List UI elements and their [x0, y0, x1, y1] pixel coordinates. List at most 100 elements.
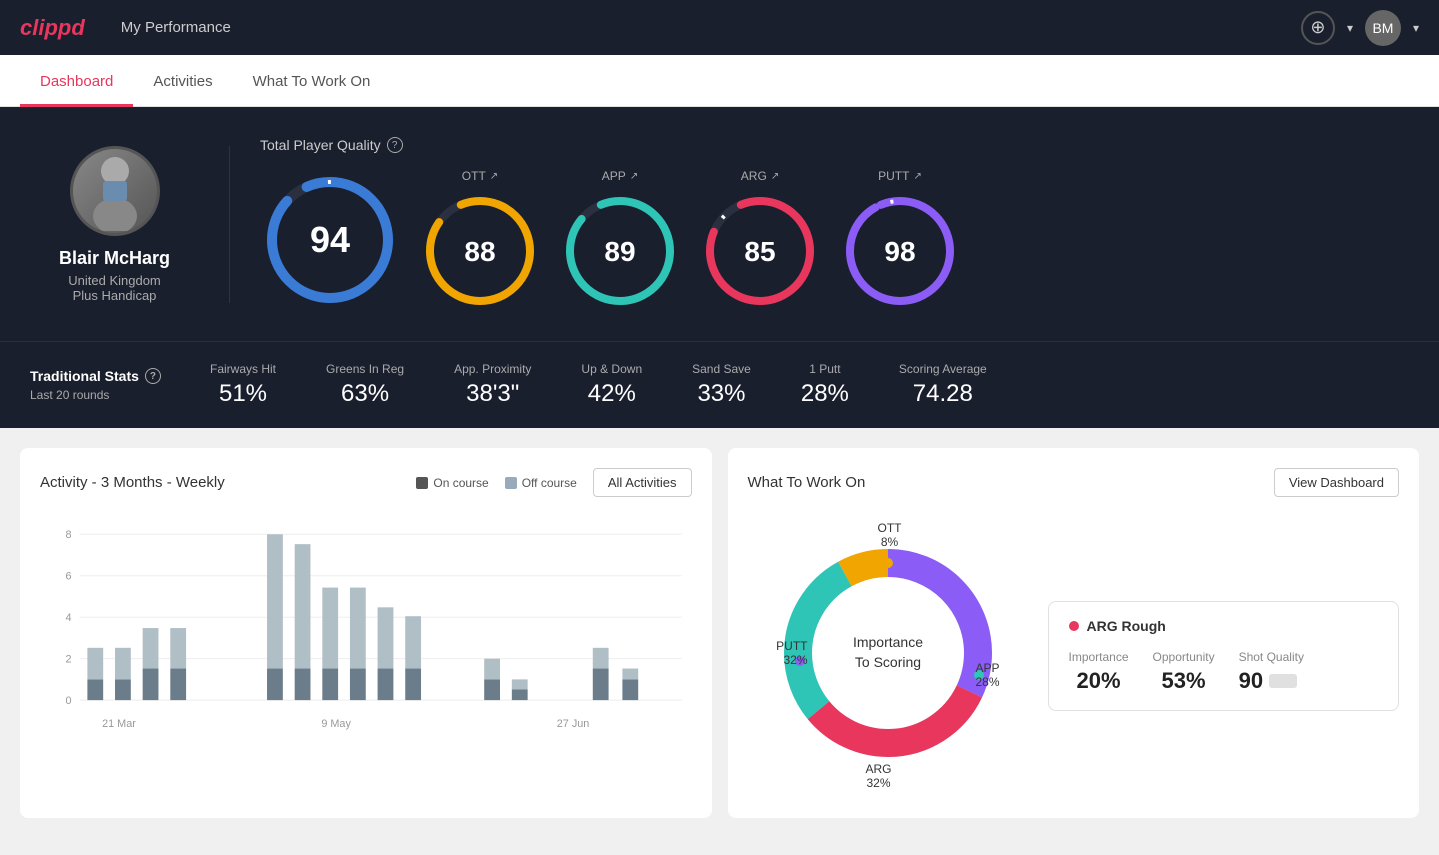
tab-activities[interactable]: Activities — [133, 55, 232, 107]
gauge-arg-svg: 85 — [700, 191, 820, 311]
svg-text:89: 89 — [604, 236, 635, 267]
arg-label: ARG 32% — [866, 762, 892, 790]
bar-off-8 — [350, 588, 366, 669]
shot-quality-row: 90 — [1239, 668, 1304, 694]
bar-on-14 — [622, 679, 638, 700]
bar-off-1 — [87, 648, 103, 680]
shot-quality-label: Shot Quality — [1239, 650, 1304, 664]
gauge-app: APP ↗ 89 — [560, 169, 680, 311]
svg-text:85: 85 — [744, 236, 775, 267]
metric-importance: Importance 20% — [1069, 650, 1129, 694]
add-dropdown-arrow[interactable]: ▾ — [1347, 21, 1353, 35]
quality-title: Total Player Quality ? — [260, 137, 1409, 153]
stats-title: Traditional Stats ? — [30, 368, 170, 384]
svg-text:To Scoring: To Scoring — [854, 654, 920, 670]
gauge-ott-label: OTT ↗ — [462, 169, 498, 183]
bar-off-4 — [170, 628, 186, 668]
what-to-work-on-card: What To Work On View Dashboard — [728, 448, 1420, 818]
add-button[interactable]: ⊕ — [1301, 11, 1335, 45]
stats-items: Fairways Hit 51% Greens In Reg 63% App. … — [210, 362, 1409, 408]
svg-text:2: 2 — [66, 654, 72, 666]
nav-tabs: Dashboard Activities What To Work On — [0, 55, 1439, 107]
player-info: Blair McHarg United Kingdom Plus Handica… — [30, 146, 230, 303]
user-dropdown-arrow[interactable]: ▾ — [1413, 21, 1419, 35]
stat-greens-value: 63% — [326, 380, 404, 408]
hero-section: Blair McHarg United Kingdom Plus Handica… — [0, 107, 1439, 428]
stat-updown-label: Up & Down — [581, 362, 642, 376]
gauge-arg: ARG ↗ 85 — [700, 169, 820, 311]
ott-label: OTT 8% — [878, 521, 902, 549]
stats-subtitle: Last 20 rounds — [30, 388, 170, 402]
putt-label: PUTT 32% — [748, 639, 808, 667]
gauge-arg-label: ARG ↗ — [741, 169, 779, 183]
bar-on-12 — [512, 689, 528, 700]
app-logo: clippd — [20, 15, 85, 41]
stat-proximity-value: 38'3" — [454, 380, 531, 408]
stat-1putt-label: 1 Putt — [801, 362, 849, 376]
stat-1putt: 1 Putt 28% — [801, 362, 849, 408]
bar-off-7 — [322, 588, 338, 669]
metric-opportunity: Opportunity 53% — [1153, 650, 1215, 694]
quality-section: Total Player Quality ? 94 OTT — [230, 137, 1409, 311]
bar-off-10 — [405, 616, 421, 668]
bar-on-9 — [378, 669, 394, 701]
svg-text:6: 6 — [66, 571, 72, 583]
all-activities-button[interactable]: All Activities — [593, 468, 692, 497]
bar-off-12 — [512, 679, 528, 689]
arg-arrow-icon: ↗ — [771, 171, 779, 182]
svg-text:4: 4 — [66, 612, 72, 624]
svg-text:27 Jun: 27 Jun — [557, 718, 590, 730]
detail-title-text: ARG Rough — [1087, 618, 1166, 634]
player-name: Blair McHarg — [59, 248, 170, 269]
bar-on-8 — [350, 669, 366, 701]
stat-greens: Greens In Reg 63% — [326, 362, 404, 408]
bar-on-6 — [295, 669, 311, 701]
quality-help-icon[interactable]: ? — [387, 137, 403, 153]
metric-shot-quality: Shot Quality 90 — [1239, 650, 1304, 694]
detail-section: ARG Rough Importance 20% Opportunity 53%… — [1048, 601, 1400, 711]
activity-chart-card: Activity - 3 Months - Weekly On course O… — [20, 448, 712, 818]
donut-container: Importance To Scoring OTT 8% APP 28% — [748, 513, 1028, 798]
bar-off-5 — [267, 534, 283, 668]
header-left: clippd My Performance — [20, 15, 231, 41]
shot-quality-bar — [1269, 674, 1297, 688]
chart-title: Activity - 3 Months - Weekly — [40, 474, 225, 491]
app-arrow-icon: ↗ — [630, 171, 638, 182]
bottom-section: Activity - 3 Months - Weekly On course O… — [0, 428, 1439, 838]
bar-on-7 — [322, 669, 338, 701]
stat-sandsave: Sand Save 33% — [692, 362, 751, 408]
traditional-stats: Traditional Stats ? Last 20 rounds Fairw… — [0, 341, 1439, 428]
opportunity-value: 53% — [1153, 668, 1215, 694]
stats-help-icon[interactable]: ? — [145, 368, 161, 384]
bar-off-9 — [378, 607, 394, 668]
player-country: United Kingdom — [68, 273, 161, 288]
tab-dashboard[interactable]: Dashboard — [20, 55, 133, 107]
header-right: ⊕ ▾ BM ▾ — [1301, 10, 1419, 46]
detail-title: ARG Rough — [1069, 618, 1379, 634]
bar-on-10 — [405, 669, 421, 701]
hero-content: Blair McHarg United Kingdom Plus Handica… — [0, 107, 1439, 341]
svg-text:Importance: Importance — [852, 634, 922, 650]
bar-off-3 — [143, 628, 159, 668]
tab-what-to-work-on[interactable]: What To Work On — [233, 55, 391, 107]
player-handicap: Plus Handicap — [73, 288, 157, 303]
stat-sandsave-label: Sand Save — [692, 362, 751, 376]
page-title: My Performance — [121, 19, 231, 36]
svg-text:0: 0 — [66, 695, 72, 707]
gauge-ott-svg: 88 — [420, 191, 540, 311]
svg-text:9 May: 9 May — [321, 718, 351, 730]
work-title: What To Work On — [748, 474, 866, 491]
user-avatar[interactable]: BM — [1365, 10, 1401, 46]
stat-sandsave-value: 33% — [692, 380, 751, 408]
view-dashboard-button[interactable]: View Dashboard — [1274, 468, 1399, 497]
importance-label: Importance — [1069, 650, 1129, 664]
bar-on-4 — [170, 669, 186, 701]
legend-off-course: Off course — [505, 476, 577, 490]
stat-scoring-value: 74.28 — [899, 380, 987, 408]
legend-on-course: On course — [416, 476, 488, 490]
quality-title-text: Total Player Quality — [260, 137, 381, 153]
stats-title-text: Traditional Stats — [30, 368, 139, 384]
svg-text:98: 98 — [884, 236, 915, 267]
gauge-ott: OTT ↗ 88 — [420, 169, 540, 311]
gauge-total: 94 — [260, 170, 400, 310]
